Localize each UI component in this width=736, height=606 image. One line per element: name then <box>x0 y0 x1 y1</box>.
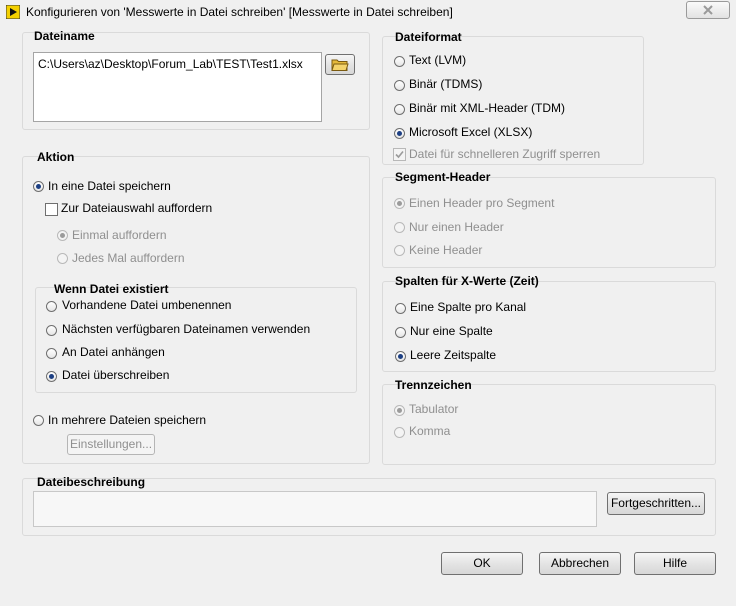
multiple-files-label: In mehrere Dateien speichern <box>48 413 207 427</box>
prompt-file-label: Zur Dateiauswahl auffordern <box>61 201 213 215</box>
cancel-button[interactable]: Abbrechen <box>539 552 621 575</box>
format-tdm-radio[interactable] <box>394 104 405 115</box>
format-tdms-label: Binär (TDMS) <box>409 77 483 91</box>
prompt-each-label: Jedes Mal auffordern <box>72 251 185 265</box>
close-button[interactable] <box>686 1 730 19</box>
action-group-title: Aktion <box>37 150 75 164</box>
filename-path-field[interactable]: C:\Users\az\Desktop\Forum_Lab\TEST\Test1… <box>33 52 322 122</box>
xcols-one-column-radio[interactable] <box>395 327 406 338</box>
segment-one-header-radio[interactable] <box>394 222 405 233</box>
delimiter-comma-radio[interactable] <box>394 427 405 438</box>
settings-button[interactable]: Einstellungen... <box>67 434 155 455</box>
ok-button[interactable]: OK <box>441 552 523 575</box>
filename-path-text: C:\Users\az\Desktop\Forum_Lab\TEST\Test1… <box>38 57 303 71</box>
segment-per-segment-radio[interactable] <box>394 198 405 209</box>
segment-no-header-radio[interactable] <box>394 245 405 256</box>
exists-overwrite-label: Datei überschreiben <box>62 368 170 382</box>
delimiter-comma-label: Komma <box>409 424 451 438</box>
segment-header-group-title: Segment-Header <box>395 170 491 184</box>
format-xlsx-radio[interactable] <box>394 128 405 139</box>
format-tdm-label: Binär mit XML-Header (TDM) <box>409 101 566 115</box>
xcols-per-channel-radio[interactable] <box>395 303 406 314</box>
description-group-title: Dateibeschreibung <box>37 475 146 489</box>
format-tdms-radio[interactable] <box>394 80 405 91</box>
format-xlsx-label: Microsoft Excel (XLSX) <box>409 125 533 139</box>
xcols-empty-time-label: Leere Zeitspalte <box>410 348 497 362</box>
format-lvm-radio[interactable] <box>394 56 405 67</box>
exists-rename-radio[interactable] <box>46 301 57 312</box>
x-columns-group-title: Spalten für X-Werte (Zeit) <box>395 274 539 288</box>
exists-overwrite-radio[interactable] <box>46 371 57 382</box>
prompt-file-checkbox[interactable] <box>45 203 58 216</box>
prompt-once-radio[interactable] <box>57 230 68 241</box>
help-button[interactable]: Hilfe <box>634 552 716 575</box>
segment-per-segment-label: Einen Header pro Segment <box>409 196 555 210</box>
xcols-one-column-label: Nur eine Spalte <box>410 324 493 338</box>
xcols-per-channel-label: Eine Spalte pro Kanal <box>410 300 527 314</box>
delimiter-group-title: Trennzeichen <box>395 378 472 392</box>
format-group-title: Dateiformat <box>395 30 462 44</box>
delimiter-tab-label: Tabulator <box>409 402 459 416</box>
lock-file-checkbox[interactable] <box>393 148 406 161</box>
segment-one-header-label: Nur einen Header <box>409 220 504 234</box>
segment-no-header-label: Keine Header <box>409 243 483 257</box>
prompt-once-label: Einmal auffordern <box>72 228 167 242</box>
delimiter-tab-radio[interactable] <box>394 405 405 416</box>
exists-rename-label: Vorhandene Datei umbenennen <box>62 298 232 312</box>
window-title: Konfigurieren von 'Messwerte in Datei sc… <box>26 5 453 19</box>
exists-next-name-radio[interactable] <box>46 325 57 336</box>
checkmark-icon <box>395 150 404 159</box>
labview-app-icon <box>5 4 21 20</box>
prompt-each-radio[interactable] <box>57 253 68 264</box>
multiple-files-radio[interactable] <box>33 415 44 426</box>
close-icon <box>703 5 713 15</box>
exists-append-label: An Datei anhängen <box>62 345 165 359</box>
xcols-empty-time-radio[interactable] <box>395 351 406 362</box>
exists-next-name-label: Nächsten verfügbaren Dateinamen verwende… <box>62 322 311 336</box>
description-field[interactable] <box>33 491 597 527</box>
single-file-radio[interactable] <box>33 181 44 192</box>
format-lvm-label: Text (LVM) <box>409 53 467 67</box>
lock-file-label: Datei für schnelleren Zugriff sperren <box>409 147 601 161</box>
folder-icon <box>331 59 349 71</box>
exists-append-radio[interactable] <box>46 348 57 359</box>
filename-group-title: Dateiname <box>34 29 95 43</box>
file-exists-group-title: Wenn Datei existiert <box>54 282 169 296</box>
advanced-button[interactable]: Fortgeschritten... <box>607 492 705 515</box>
browse-folder-button[interactable] <box>325 54 355 75</box>
single-file-label: In eine Datei speichern <box>48 179 171 193</box>
